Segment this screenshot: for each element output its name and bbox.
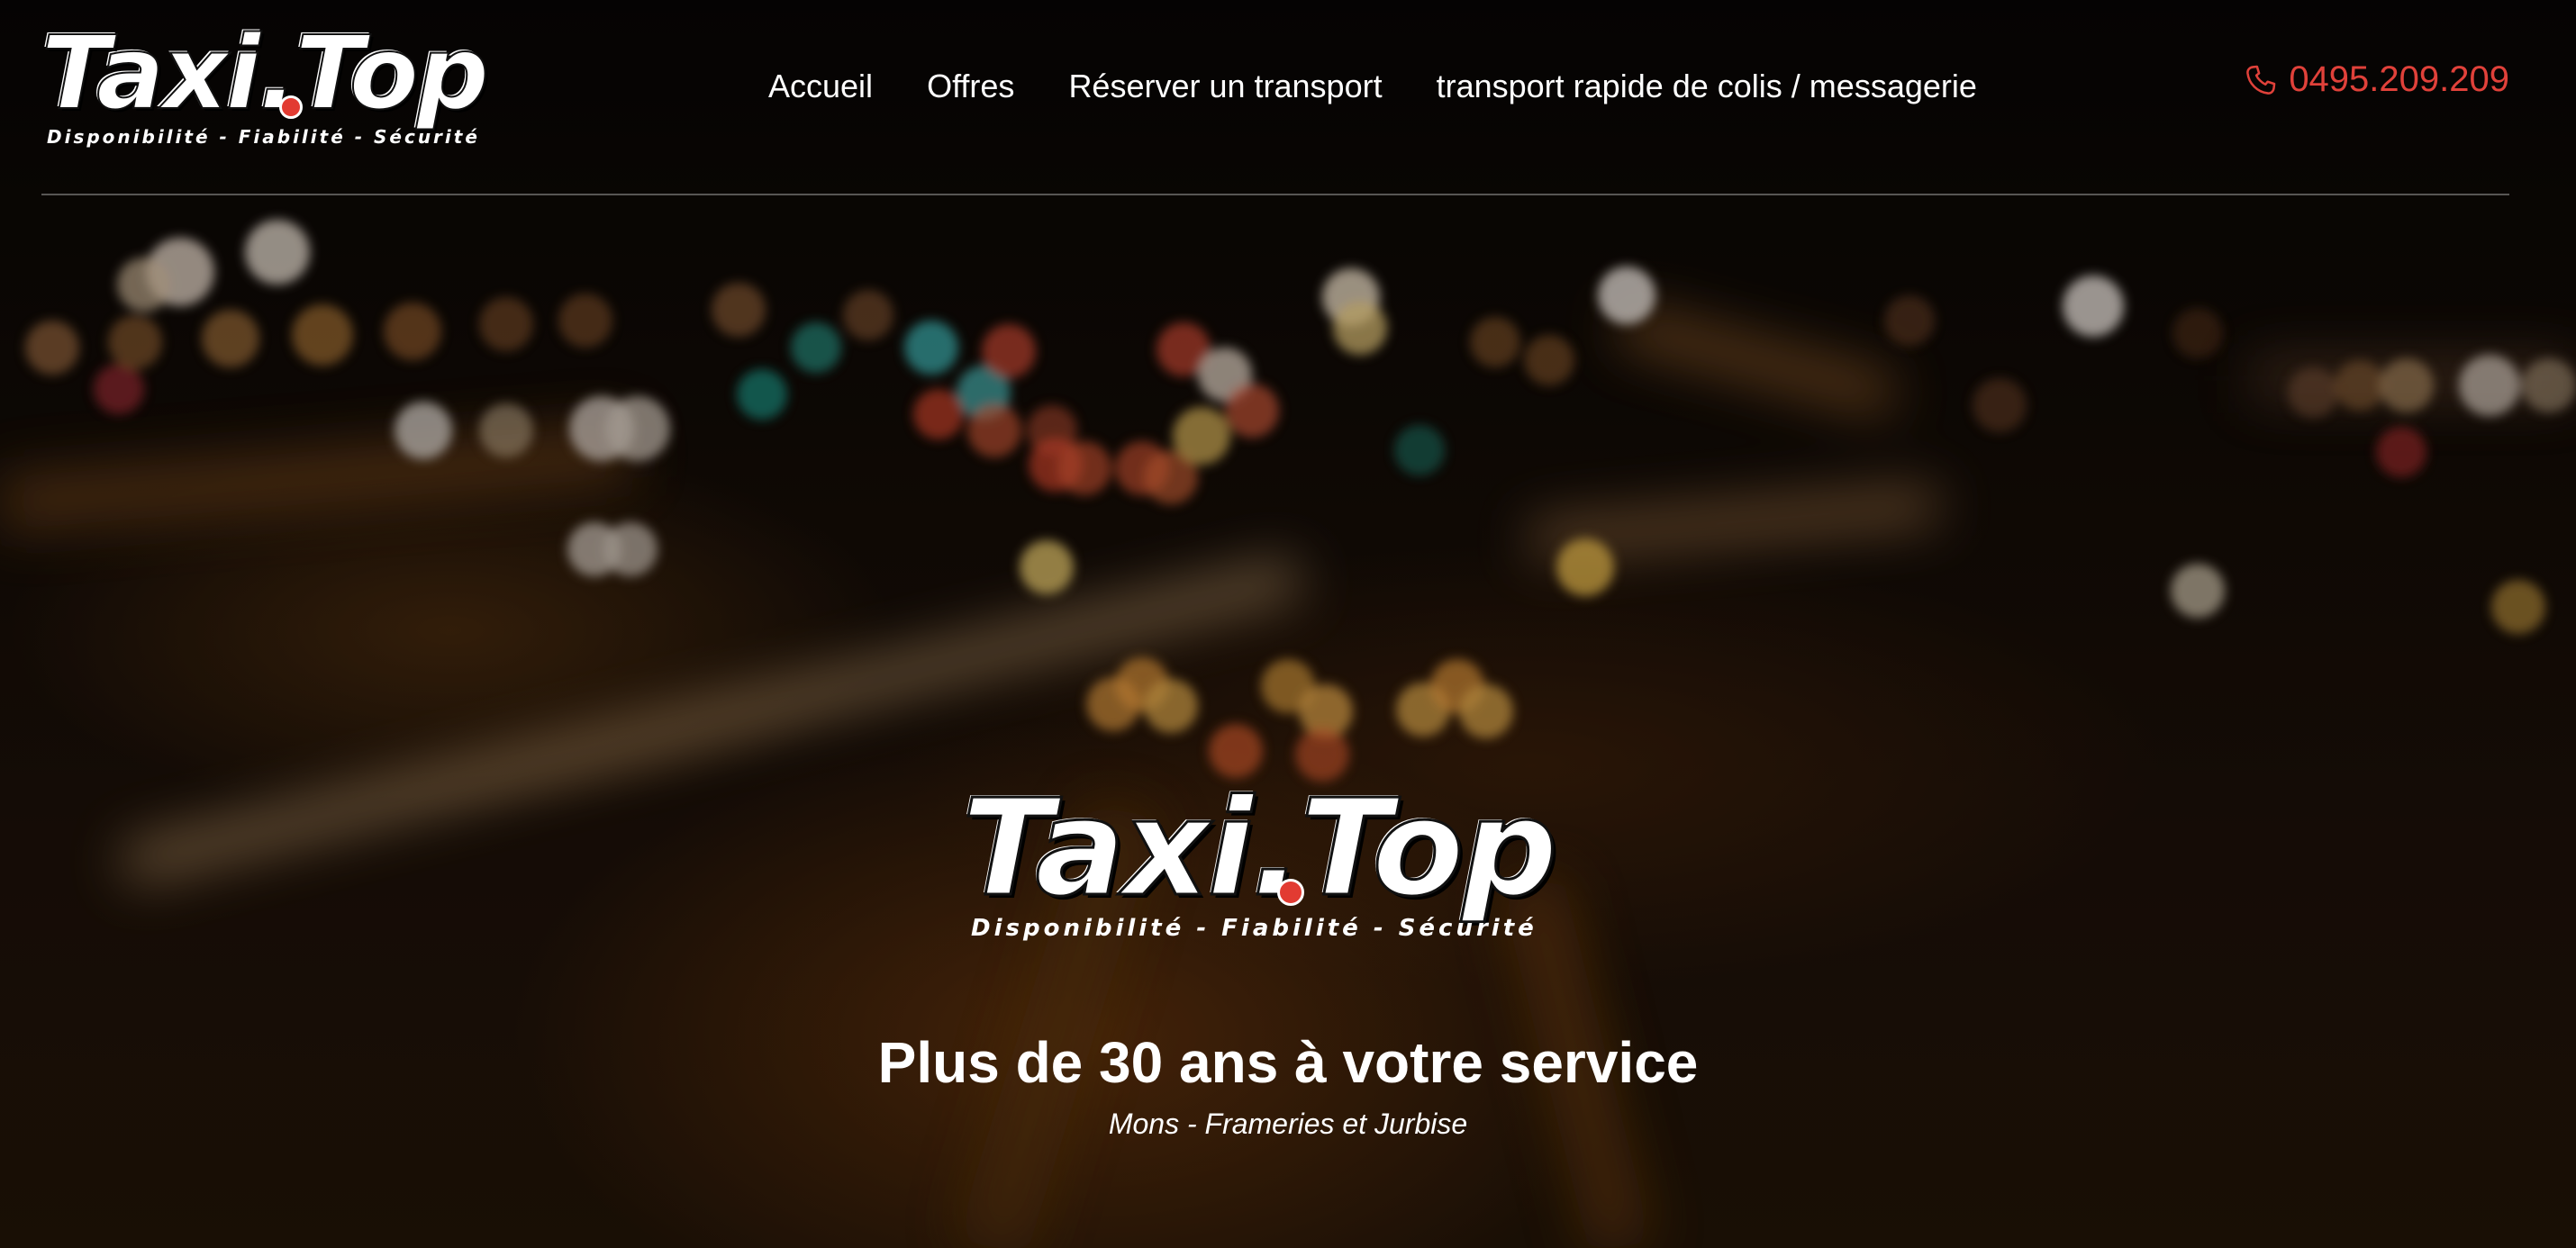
- site-header: Taxi.Top Disponibilité - Fiabilité - Séc…: [0, 0, 2576, 195]
- hero-subtitle: Mons - Frameries et Jurbise: [1108, 1108, 1468, 1140]
- header-logo[interactable]: Taxi.Top Disponibilité - Fiabilité - Séc…: [41, 15, 533, 153]
- phone-number: 0495.209.209: [2289, 59, 2509, 99]
- logo-wordmark: Taxi.Top: [41, 15, 490, 132]
- hero-logo: Taxi.Top Disponibilité - Fiabilité - Séc…: [960, 771, 1610, 953]
- hero-logo-dot-icon: [1277, 879, 1304, 906]
- hero-logo-wordmark: Taxi.Top: [960, 771, 1558, 926]
- logo-dot-icon: [279, 95, 303, 119]
- header-divider: [41, 194, 2509, 195]
- nav-item-offres[interactable]: Offres: [927, 68, 1014, 105]
- nav-item-reserver[interactable]: Réserver un transport: [1068, 68, 1382, 105]
- logo-tagline: Disponibilité - Fiabilité - Sécurité: [47, 126, 480, 148]
- nav-item-colis[interactable]: transport rapide de colis / messagerie: [1437, 68, 1977, 105]
- main-nav: Accueil Offres Réserver un transport tra…: [768, 61, 1977, 112]
- phone-link[interactable]: 0495.209.209: [2244, 59, 2509, 100]
- phone-icon: [2246, 65, 2276, 95]
- hero-title: Plus de 30 ans à votre service: [877, 1030, 1699, 1095]
- nav-item-accueil[interactable]: Accueil: [768, 68, 873, 105]
- hero-logo-tagline: Disponibilité - Fiabilité - Sécurité: [971, 915, 1537, 942]
